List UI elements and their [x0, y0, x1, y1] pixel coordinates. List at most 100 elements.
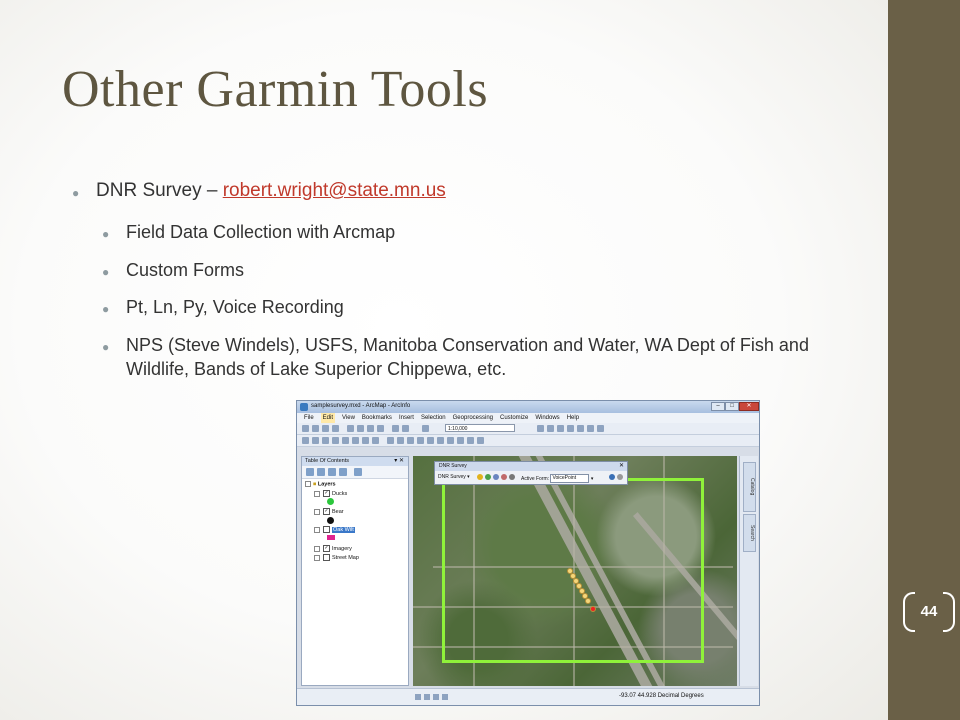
catalog-icon[interactable]	[557, 425, 564, 432]
track-point-end[interactable]	[590, 606, 596, 612]
zoom-in-icon[interactable]	[302, 437, 309, 444]
copy-icon[interactable]	[357, 425, 364, 432]
voice-icon[interactable]	[509, 474, 515, 480]
search-tab[interactable]: Search	[743, 514, 756, 552]
dnr-survey-menu[interactable]: DNR Survey ▾	[438, 474, 470, 480]
back-icon[interactable]	[362, 437, 369, 444]
find-icon[interactable]	[457, 437, 464, 444]
page-number-badge: 44	[903, 592, 955, 632]
email-link[interactable]: robert.wright@state.mn.us	[223, 180, 446, 201]
minimize-button[interactable]: –	[711, 402, 725, 411]
layer-ducks[interactable]: ✓ Ducks	[314, 490, 347, 497]
fixed-zoom-out-icon[interactable]	[352, 437, 359, 444]
clear-selection-icon[interactable]	[397, 437, 404, 444]
list-by-drawing-order-icon[interactable]	[306, 468, 314, 476]
undo-icon[interactable]	[392, 425, 399, 432]
html-popup-icon[interactable]	[437, 437, 444, 444]
checkbox-checked[interactable]: ✓	[323, 490, 330, 497]
line-icon[interactable]	[493, 474, 499, 480]
expand-icon[interactable]	[314, 490, 320, 497]
pan-icon[interactable]	[322, 437, 329, 444]
hyperlink-icon[interactable]	[427, 437, 434, 444]
time-slider-icon[interactable]	[477, 437, 484, 444]
options-icon[interactable]	[354, 468, 362, 476]
pin-icon[interactable]: ▾ ✕	[394, 457, 404, 466]
active-form-select[interactable]: VoicePoint	[550, 474, 590, 483]
polygon-icon[interactable]	[501, 474, 507, 480]
close-button[interactable]: ✕	[739, 402, 759, 411]
open-icon[interactable]	[312, 425, 319, 432]
select-features-icon[interactable]	[387, 437, 394, 444]
menu-view[interactable]: View	[342, 413, 355, 423]
list-by-source-icon[interactable]	[317, 468, 325, 476]
zoom-out-icon[interactable]	[312, 437, 319, 444]
print-icon[interactable]	[332, 425, 339, 432]
identify-icon[interactable]	[547, 425, 554, 432]
new-icon[interactable]	[302, 425, 309, 432]
pause-drawing-icon[interactable]	[442, 694, 448, 700]
survey-area-polygon[interactable]	[442, 478, 704, 663]
data-view-icon[interactable]	[415, 694, 421, 700]
select-elements-icon[interactable]	[407, 437, 414, 444]
layer-street-map[interactable]: Street Map	[314, 554, 359, 561]
layer-imagery[interactable]: ✓ Imagery	[314, 545, 352, 552]
search-icon[interactable]	[567, 425, 574, 432]
layout-view-icon[interactable]	[424, 694, 430, 700]
menu-edit[interactable]: Edit	[320, 413, 336, 423]
full-extent-icon[interactable]	[332, 437, 339, 444]
menu-help[interactable]: Help	[567, 413, 579, 423]
menu-file[interactable]: File	[304, 413, 314, 423]
menu-selection[interactable]: Selection	[421, 413, 446, 423]
menu-windows[interactable]: Windows	[535, 413, 559, 423]
menu-bookmarks[interactable]: Bookmarks	[362, 413, 392, 423]
expand-icon[interactable]	[314, 526, 320, 533]
expand-icon[interactable]	[314, 545, 320, 552]
info-icon[interactable]	[417, 437, 424, 444]
layer-group-layers[interactable]: ■ Layers	[305, 481, 336, 487]
oak-wilt-symbol	[327, 535, 335, 540]
close-icon[interactable]: ✕	[619, 462, 624, 471]
refresh-icon[interactable]	[433, 694, 439, 700]
list-by-visibility-icon[interactable]	[328, 468, 336, 476]
checkbox-checked[interactable]: ✓	[323, 545, 330, 552]
expand-icon[interactable]	[314, 508, 320, 515]
menu-geoprocessing[interactable]: Geoprocessing	[453, 413, 493, 423]
catalog-tab[interactable]: Catalog	[743, 462, 756, 512]
checkbox-unchecked[interactable]	[323, 526, 330, 533]
paste-icon[interactable]	[367, 425, 374, 432]
redo-icon[interactable]	[402, 425, 409, 432]
form-open-icon[interactable]	[609, 474, 615, 480]
expand-icon[interactable]	[314, 554, 320, 561]
forward-icon[interactable]	[372, 437, 379, 444]
python-icon[interactable]	[587, 425, 594, 432]
map-scale-select[interactable]: 1:10,000	[445, 424, 515, 432]
bullet-dot: ●	[102, 265, 110, 279]
right-dock-panel: Catalog Search	[739, 456, 758, 686]
checkbox-unchecked[interactable]	[323, 554, 330, 561]
form-settings-icon[interactable]	[617, 474, 623, 480]
maximize-button[interactable]: □	[725, 402, 739, 411]
menu-insert[interactable]: Insert	[399, 413, 414, 423]
help-icon[interactable]	[597, 425, 604, 432]
go-to-xy-icon[interactable]	[467, 437, 474, 444]
gps-icon[interactable]	[477, 474, 483, 480]
toolbox-icon[interactable]	[577, 425, 584, 432]
editor-icon[interactable]	[537, 425, 544, 432]
save-icon[interactable]	[322, 425, 329, 432]
measure-icon[interactable]	[447, 437, 454, 444]
track-point[interactable]	[585, 598, 591, 604]
layer-oak-wilt[interactable]: Oak Wilt	[314, 526, 355, 533]
menu-customize[interactable]: Customize	[500, 413, 528, 423]
bullet-dot: ●	[102, 302, 110, 316]
expand-icon[interactable]	[305, 481, 311, 487]
cut-icon[interactable]	[347, 425, 354, 432]
list-by-selection-icon[interactable]	[339, 468, 347, 476]
checkbox-checked[interactable]: ✓	[323, 508, 330, 515]
delete-icon[interactable]	[377, 425, 384, 432]
map-view[interactable]	[413, 456, 737, 686]
window-titlebar: samplesurvey.mxd - ArcMap - ArcInfo – □ …	[297, 401, 759, 413]
fixed-zoom-in-icon[interactable]	[342, 437, 349, 444]
add-data-icon[interactable]	[422, 425, 429, 432]
point-icon[interactable]	[485, 474, 491, 480]
layer-bear[interactable]: ✓ Bear	[314, 508, 344, 515]
